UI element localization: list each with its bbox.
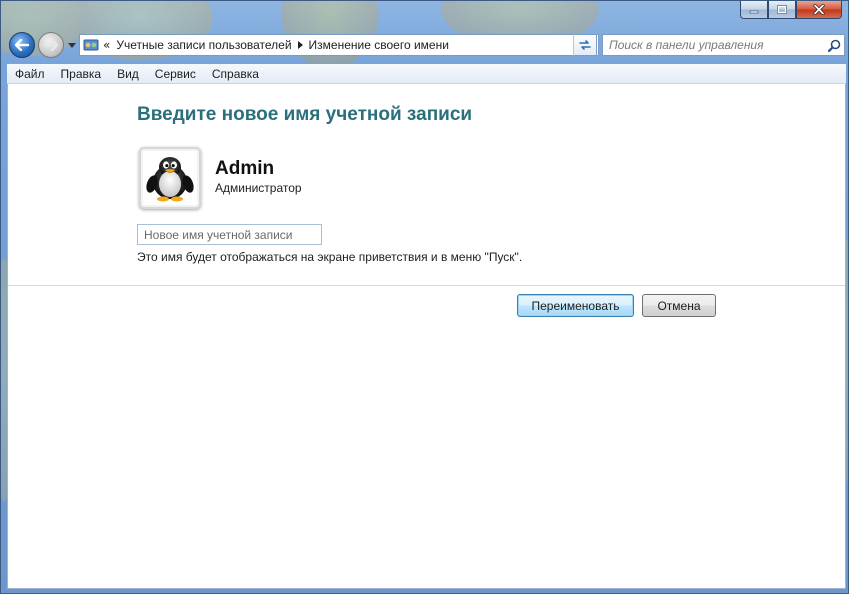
chevron-down-icon: [68, 42, 76, 48]
address-bar[interactable]: « Учетные записи пользователей Изменение…: [79, 34, 599, 56]
cancel-button[interactable]: Отмена: [642, 294, 716, 317]
page-title: Введите новое имя учетной записи: [137, 104, 473, 125]
close-icon: [813, 4, 825, 15]
minimize-button[interactable]: [740, 1, 768, 19]
rename-button[interactable]: Переименовать: [517, 294, 634, 317]
breadcrumb-overflow[interactable]: «: [103, 38, 110, 52]
penguin-icon: [146, 157, 194, 202]
navigation-bar: « Учетные записи пользователей Изменение…: [7, 30, 847, 60]
maximize-button[interactable]: [768, 1, 796, 19]
minimize-icon: [749, 10, 759, 13]
breadcrumb-change-name[interactable]: Изменение своего имени: [309, 38, 449, 52]
recent-pages-dropdown[interactable]: [67, 40, 77, 50]
breadcrumb-user-accounts[interactable]: Учетные записи пользователей: [116, 38, 291, 52]
menu-help[interactable]: Справка: [204, 67, 267, 81]
back-button[interactable]: [9, 32, 35, 58]
forward-button[interactable]: [38, 32, 64, 58]
arrow-right-icon: [44, 39, 58, 51]
avatar: [139, 147, 201, 209]
caption-buttons: [740, 1, 842, 19]
name-hint-text: Это имя будет отображаться на экране при…: [137, 250, 523, 264]
refresh-button[interactable]: [573, 34, 597, 56]
breadcrumb-separator-icon[interactable]: [297, 41, 303, 49]
new-account-name-input[interactable]: [137, 224, 322, 245]
maximize-icon: [777, 5, 787, 14]
search-icon[interactable]: [824, 39, 844, 52]
menu-tools[interactable]: Сервис: [147, 67, 204, 81]
menu-view[interactable]: Вид: [109, 67, 147, 81]
refresh-icon: [579, 40, 591, 50]
menu-bar: Файл Правка Вид Сервис Справка: [7, 64, 846, 84]
divider: [8, 285, 845, 286]
user-role: Администратор: [215, 181, 302, 195]
arrow-left-icon: [15, 39, 29, 51]
control-panel-window: « Учетные записи пользователей Изменение…: [0, 0, 849, 594]
menu-edit[interactable]: Правка: [53, 67, 110, 81]
control-panel-icon: [83, 37, 99, 53]
content-area: Введите новое имя учетной записи Admin А…: [7, 84, 846, 589]
menu-file[interactable]: Файл: [7, 67, 53, 81]
close-button[interactable]: [796, 1, 842, 19]
user-name: Admin: [215, 158, 275, 179]
search-box[interactable]: [602, 34, 845, 56]
search-input[interactable]: [603, 36, 824, 54]
